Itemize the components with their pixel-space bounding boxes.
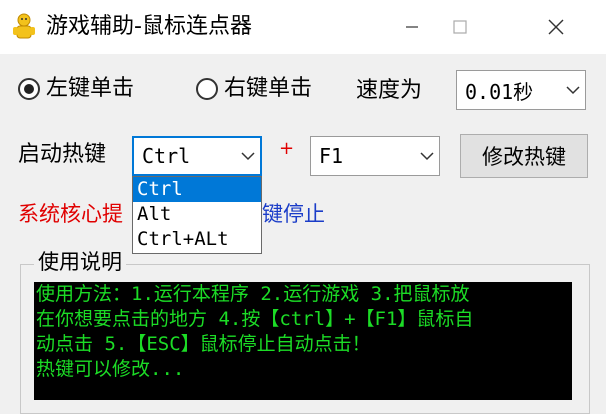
speed-value: 0.01秒 bbox=[465, 79, 534, 104]
title-bar[interactable]: 游戏辅助-鼠标连点器 bbox=[0, 0, 606, 54]
left-click-radio-option[interactable]: 左键单击 bbox=[18, 74, 134, 104]
hotkey-label: 启动热键 bbox=[18, 142, 107, 167]
instruction-line: 动点击 5.【ESC】鼠标停止自动点击！ bbox=[36, 333, 371, 355]
minimize-icon bbox=[406, 26, 418, 28]
minimize-button[interactable] bbox=[390, 8, 434, 46]
instruction-line: 热键可以修改... bbox=[36, 358, 185, 380]
hotkey-modifier-dropdown[interactable]: Ctrl Alt Ctrl+ALt bbox=[132, 176, 262, 254]
chevron-down-icon bbox=[236, 138, 260, 174]
left-click-radio[interactable] bbox=[18, 78, 40, 100]
instruction-line: 使用方法：1.运行本程序 2.运行游戏 3.把鼠标放 bbox=[36, 283, 470, 305]
speed-select[interactable]: 0.01秒 bbox=[456, 70, 586, 110]
hotkey-modifier-select[interactable]: Ctrl bbox=[132, 136, 262, 176]
chevron-down-icon bbox=[561, 71, 585, 109]
status-text-red: 系统核心提 bbox=[18, 202, 123, 226]
right-click-radio[interactable] bbox=[196, 78, 218, 100]
hotkey-key-value: F1 bbox=[319, 144, 344, 168]
dropdown-option-ctrl-alt[interactable]: Ctrl+ALt bbox=[133, 227, 261, 252]
instruction-line: 在你想要点击的地方 4.按【ctrl】+【F1】鼠标自 bbox=[36, 308, 474, 330]
window-title: 游戏辅助-鼠标连点器 bbox=[46, 14, 252, 39]
hotkey-modifier-value: Ctrl bbox=[142, 144, 191, 168]
status-text-blue: 键停止 bbox=[262, 202, 325, 226]
dropdown-option-alt[interactable]: Alt bbox=[133, 202, 261, 227]
app-icon bbox=[10, 12, 38, 42]
dropdown-option-ctrl[interactable]: Ctrl bbox=[133, 177, 261, 202]
plus-sign: + bbox=[279, 138, 295, 159]
modify-hotkey-button[interactable]: 修改热键 bbox=[460, 134, 588, 178]
close-icon bbox=[548, 19, 564, 35]
chevron-down-icon bbox=[415, 137, 439, 175]
close-button[interactable] bbox=[534, 8, 578, 46]
maximize-button[interactable] bbox=[438, 8, 482, 46]
hotkey-key-select[interactable]: F1 bbox=[310, 136, 440, 176]
speed-label: 速度为 bbox=[356, 78, 423, 103]
right-click-label: 右键单击 bbox=[224, 76, 313, 101]
instructions-console: 使用方法：1.运行本程序 2.运行游戏 3.把鼠标放 在你想要点击的地方 4.按… bbox=[34, 282, 572, 400]
maximize-icon bbox=[453, 20, 467, 34]
right-click-radio-option[interactable]: 右键单击 bbox=[196, 74, 312, 104]
instructions-title: 使用说明 bbox=[34, 247, 126, 277]
left-click-label: 左键单击 bbox=[46, 76, 135, 101]
